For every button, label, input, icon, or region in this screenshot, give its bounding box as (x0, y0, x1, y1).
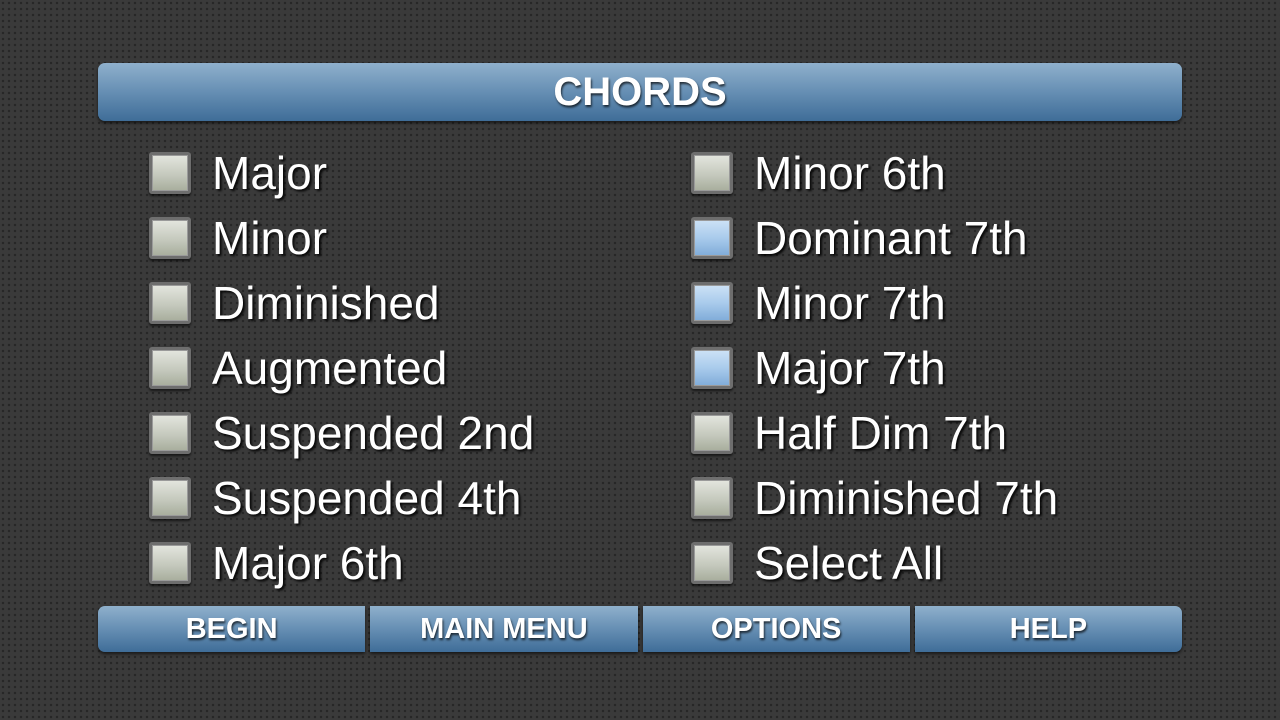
option-dominant-7th[interactable]: Dominant 7th (691, 211, 1058, 276)
checkbox[interactable] (149, 541, 191, 584)
option-label: Diminished 7th (754, 471, 1059, 524)
chord-options-left: Major Minor Diminished Augmented Suspend… (149, 146, 534, 601)
option-suspended-4th[interactable]: Suspended 4th (149, 471, 534, 536)
checkbox[interactable] (691, 346, 733, 389)
option-label: Dominant 7th (754, 211, 1028, 264)
option-major-6th[interactable]: Major 6th (149, 536, 534, 601)
checkbox[interactable] (149, 151, 191, 194)
option-label: Select All (754, 536, 944, 589)
option-label: Suspended 4th (212, 471, 522, 524)
begin-button[interactable]: BEGIN (98, 606, 366, 652)
option-label: Suspended 2nd (212, 406, 535, 459)
option-label: Minor (212, 211, 328, 264)
options-button[interactable]: OPTIONS (642, 606, 910, 652)
checkbox[interactable] (691, 216, 733, 259)
option-label: Minor 7th (754, 276, 946, 329)
page-title: CHORDS (553, 69, 727, 114)
checkbox[interactable] (149, 216, 191, 259)
option-minor-6th[interactable]: Minor 6th (691, 146, 1058, 211)
checkbox[interactable] (149, 476, 191, 519)
checkbox[interactable] (691, 541, 733, 584)
option-minor-7th[interactable]: Minor 7th (691, 276, 1058, 341)
checkbox[interactable] (691, 476, 733, 519)
checkbox[interactable] (691, 281, 733, 324)
option-label: Major 6th (212, 536, 404, 589)
option-label: Minor 6th (754, 146, 946, 199)
option-diminished-7th[interactable]: Diminished 7th (691, 471, 1058, 536)
title-bar: CHORDS (98, 63, 1182, 121)
option-half-dim-7th[interactable]: Half Dim 7th (691, 406, 1058, 471)
option-label: Diminished (212, 276, 440, 329)
option-major-7th[interactable]: Major 7th (691, 341, 1058, 406)
option-augmented[interactable]: Augmented (149, 341, 534, 406)
main-menu-button[interactable]: MAIN MENU (370, 606, 638, 652)
option-label: Augmented (212, 341, 448, 394)
checkbox[interactable] (691, 411, 733, 454)
checkbox[interactable] (149, 411, 191, 454)
checkbox[interactable] (149, 346, 191, 389)
chord-options-right: Minor 6th Dominant 7th Minor 7th Major 7… (691, 146, 1058, 601)
checkbox[interactable] (691, 151, 733, 194)
option-diminished[interactable]: Diminished (149, 276, 534, 341)
footer-nav: BEGIN MAIN MENU OPTIONS HELP (98, 606, 1182, 652)
help-button[interactable]: HELP (914, 606, 1182, 652)
option-label: Major 7th (754, 341, 946, 394)
option-minor[interactable]: Minor (149, 211, 534, 276)
option-select-all[interactable]: Select All (691, 536, 1058, 601)
option-label: Major (212, 146, 328, 199)
option-major[interactable]: Major (149, 146, 534, 211)
option-suspended-2nd[interactable]: Suspended 2nd (149, 406, 534, 471)
option-label: Half Dim 7th (754, 406, 1008, 459)
checkbox[interactable] (149, 281, 191, 324)
